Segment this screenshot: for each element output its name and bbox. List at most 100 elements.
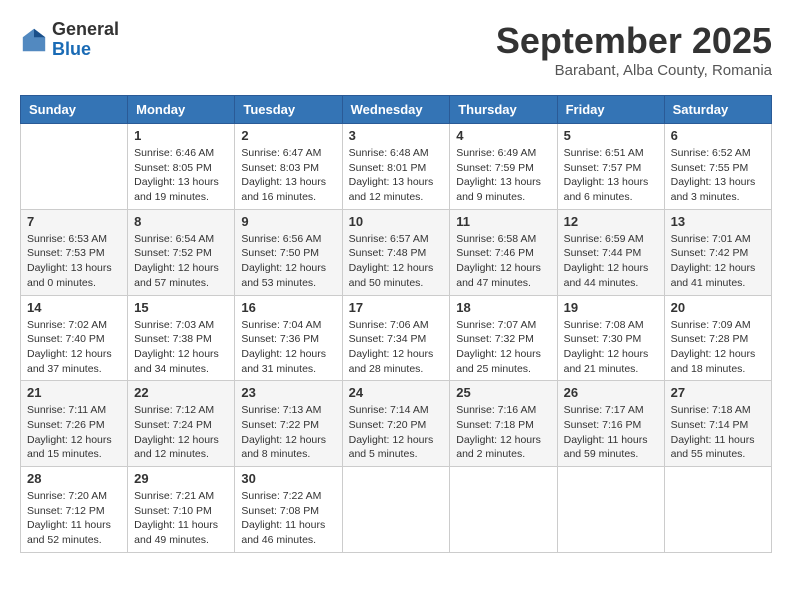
calendar-cell: 2 Sunrise: 6:47 AM Sunset: 8:03 PM Daylig… (235, 124, 342, 210)
calendar-cell: 27 Sunrise: 7:18 AM Sunset: 7:14 PM Dayli… (664, 381, 771, 467)
day-info: Sunrise: 7:20 AM Sunset: 7:12 PM Dayligh… (27, 489, 121, 548)
day-info: Sunrise: 6:46 AM Sunset: 8:05 PM Dayligh… (134, 146, 228, 205)
day-info: Sunrise: 7:16 AM Sunset: 7:18 PM Dayligh… (456, 403, 550, 462)
calendar-cell: 28 Sunrise: 7:20 AM Sunset: 7:12 PM Dayli… (21, 467, 128, 553)
day-info: Sunrise: 6:56 AM Sunset: 7:50 PM Dayligh… (241, 232, 335, 291)
calendar-cell: 8 Sunrise: 6:54 AM Sunset: 7:52 PM Daylig… (128, 209, 235, 295)
calendar-cell: 14Sunrise: 7:02 AM Sunset: 7:40 PM Dayli… (21, 295, 128, 381)
calendar-week-5: 28 Sunrise: 7:20 AM Sunset: 7:12 PM Dayli… (21, 467, 772, 553)
day-number: 10 (349, 214, 444, 229)
logo: General Blue (20, 20, 119, 60)
day-number: 1 (134, 128, 228, 143)
calendar-cell (664, 467, 771, 553)
day-info: Sunrise: 7:08 AM Sunset: 7:30 PM Dayligh… (564, 318, 658, 377)
calendar-week-3: 14Sunrise: 7:02 AM Sunset: 7:40 PM Dayli… (21, 295, 772, 381)
calendar-cell: 21 Sunrise: 7:11 AM Sunset: 7:26 PM Dayli… (21, 381, 128, 467)
calendar-cell: 19 Sunrise: 7:08 AM Sunset: 7:30 PM Dayli… (557, 295, 664, 381)
calendar-cell: 13 Sunrise: 7:01 AM Sunset: 7:42 PM Dayli… (664, 209, 771, 295)
calendar-cell: 3 Sunrise: 6:48 AM Sunset: 8:01 PM Daylig… (342, 124, 450, 210)
calendar-week-1: 1 Sunrise: 6:46 AM Sunset: 8:05 PM Daylig… (21, 124, 772, 210)
day-number: 3 (349, 128, 444, 143)
calendar-cell: 29 Sunrise: 7:21 AM Sunset: 7:10 PM Dayli… (128, 467, 235, 553)
day-number: 8 (134, 214, 228, 229)
day-info: Sunrise: 7:13 AM Sunset: 7:22 PM Dayligh… (241, 403, 335, 462)
day-info: Sunrise: 7:09 AM Sunset: 7:28 PM Dayligh… (671, 318, 765, 377)
calendar-cell: 7Sunrise: 6:53 AM Sunset: 7:53 PM Daylig… (21, 209, 128, 295)
calendar-cell: 17Sunrise: 7:06 AM Sunset: 7:34 PM Dayli… (342, 295, 450, 381)
logo-text: General Blue (52, 20, 119, 60)
day-number: 27 (671, 385, 765, 400)
day-info: Sunrise: 7:18 AM Sunset: 7:14 PM Dayligh… (671, 403, 765, 462)
month-title: September 2025 (496, 20, 772, 62)
day-number: 6 (671, 128, 765, 143)
calendar-cell: 5 Sunrise: 6:51 AM Sunset: 7:57 PM Daylig… (557, 124, 664, 210)
day-number: 20 (671, 300, 765, 315)
calendar-cell: 26 Sunrise: 7:17 AM Sunset: 7:16 PM Dayli… (557, 381, 664, 467)
calendar-header-row: SundayMondayTuesdayWednesdayThursdayFrid… (21, 96, 772, 124)
day-info: Sunrise: 6:51 AM Sunset: 7:57 PM Dayligh… (564, 146, 658, 205)
day-number: 13 (671, 214, 765, 229)
logo-icon (20, 26, 48, 54)
day-number: 12 (564, 214, 658, 229)
calendar-header-thursday: Thursday (450, 96, 557, 124)
title-block: September 2025 Barabant, Alba County, Ro… (496, 20, 772, 79)
calendar-cell: 6Sunrise: 6:52 AM Sunset: 7:55 PM Daylig… (664, 124, 771, 210)
day-info: Sunrise: 6:47 AM Sunset: 8:03 PM Dayligh… (241, 146, 335, 205)
calendar-table: SundayMondayTuesdayWednesdayThursdayFrid… (20, 95, 772, 553)
day-number: 30 (241, 471, 335, 486)
day-number: 19 (564, 300, 658, 315)
day-info: Sunrise: 6:54 AM Sunset: 7:52 PM Dayligh… (134, 232, 228, 291)
calendar-header-wednesday: Wednesday (342, 96, 450, 124)
day-number: 21 (27, 385, 121, 400)
calendar-cell: 4Sunrise: 6:49 AM Sunset: 7:59 PM Daylig… (450, 124, 557, 210)
calendar-header-monday: Monday (128, 96, 235, 124)
day-number: 4 (456, 128, 550, 143)
calendar-cell: 12Sunrise: 6:59 AM Sunset: 7:44 PM Dayli… (557, 209, 664, 295)
day-info: Sunrise: 6:58 AM Sunset: 7:46 PM Dayligh… (456, 232, 550, 291)
day-info: Sunrise: 7:21 AM Sunset: 7:10 PM Dayligh… (134, 489, 228, 548)
day-info: Sunrise: 6:48 AM Sunset: 8:01 PM Dayligh… (349, 146, 444, 205)
day-number: 28 (27, 471, 121, 486)
day-number: 25 (456, 385, 550, 400)
day-info: Sunrise: 7:12 AM Sunset: 7:24 PM Dayligh… (134, 403, 228, 462)
day-info: Sunrise: 7:04 AM Sunset: 7:36 PM Dayligh… (241, 318, 335, 377)
calendar-cell: 24Sunrise: 7:14 AM Sunset: 7:20 PM Dayli… (342, 381, 450, 467)
day-number: 23 (241, 385, 335, 400)
calendar-cell (557, 467, 664, 553)
day-number: 2 (241, 128, 335, 143)
day-number: 14 (27, 300, 121, 315)
day-info: Sunrise: 7:11 AM Sunset: 7:26 PM Dayligh… (27, 403, 121, 462)
day-info: Sunrise: 7:22 AM Sunset: 7:08 PM Dayligh… (241, 489, 335, 548)
day-info: Sunrise: 7:14 AM Sunset: 7:20 PM Dayligh… (349, 403, 444, 462)
logo-blue: Blue (52, 40, 119, 60)
day-number: 9 (241, 214, 335, 229)
calendar-header-friday: Friday (557, 96, 664, 124)
day-number: 5 (564, 128, 658, 143)
calendar-cell: 11 Sunrise: 6:58 AM Sunset: 7:46 PM Dayli… (450, 209, 557, 295)
day-number: 18 (456, 300, 550, 315)
location-subtitle: Barabant, Alba County, Romania (496, 62, 772, 79)
day-info: Sunrise: 7:17 AM Sunset: 7:16 PM Dayligh… (564, 403, 658, 462)
day-number: 22 (134, 385, 228, 400)
calendar-cell: 18 Sunrise: 7:07 AM Sunset: 7:32 PM Dayli… (450, 295, 557, 381)
calendar-header-saturday: Saturday (664, 96, 771, 124)
day-number: 16 (241, 300, 335, 315)
calendar-week-2: 7Sunrise: 6:53 AM Sunset: 7:53 PM Daylig… (21, 209, 772, 295)
calendar-header-sunday: Sunday (21, 96, 128, 124)
day-number: 17 (349, 300, 444, 315)
calendar-cell: 25 Sunrise: 7:16 AM Sunset: 7:18 PM Dayli… (450, 381, 557, 467)
page-header: General Blue September 2025 Barabant, Al… (20, 20, 772, 79)
day-info: Sunrise: 6:53 AM Sunset: 7:53 PM Dayligh… (27, 232, 121, 291)
calendar-cell: 23 Sunrise: 7:13 AM Sunset: 7:22 PM Dayli… (235, 381, 342, 467)
day-number: 11 (456, 214, 550, 229)
calendar-cell: 15 Sunrise: 7:03 AM Sunset: 7:38 PM Dayli… (128, 295, 235, 381)
day-number: 15 (134, 300, 228, 315)
day-info: Sunrise: 7:01 AM Sunset: 7:42 PM Dayligh… (671, 232, 765, 291)
day-info: Sunrise: 7:03 AM Sunset: 7:38 PM Dayligh… (134, 318, 228, 377)
day-info: Sunrise: 7:07 AM Sunset: 7:32 PM Dayligh… (456, 318, 550, 377)
calendar-cell (21, 124, 128, 210)
calendar-cell: 1 Sunrise: 6:46 AM Sunset: 8:05 PM Daylig… (128, 124, 235, 210)
day-number: 26 (564, 385, 658, 400)
calendar-cell: 20 Sunrise: 7:09 AM Sunset: 7:28 PM Dayli… (664, 295, 771, 381)
day-number: 29 (134, 471, 228, 486)
